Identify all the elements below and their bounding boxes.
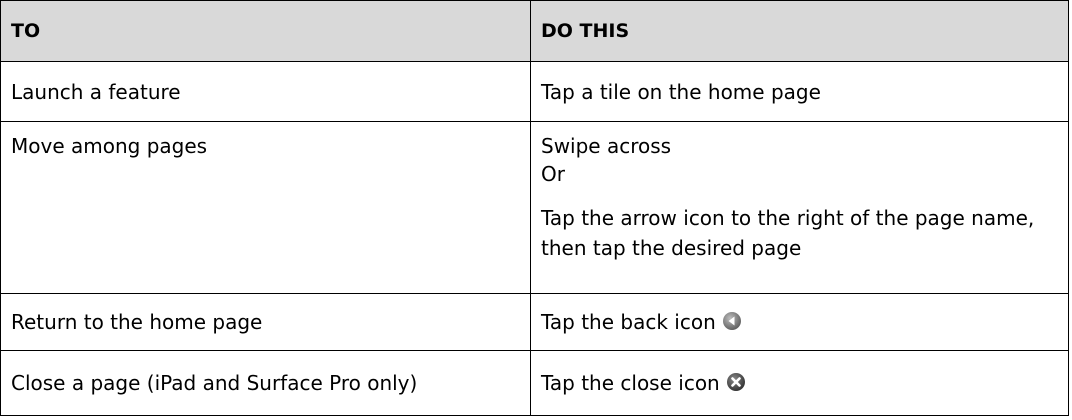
header-to: TO: [0, 0, 531, 62]
cell-do-this-text: Tap the back icon: [541, 308, 1058, 336]
cell-to-text: Close a page (iPad and Surface Pro only): [11, 371, 418, 395]
back-arrow-circle-icon: [722, 312, 741, 330]
cell-do-this: Swipe across Or Tap the arrow icon to th…: [530, 121, 1069, 294]
table-row: Launch a feature Tap a tile on the home …: [0, 61, 1069, 122]
cell-to: Launch a feature: [0, 61, 531, 122]
cell-do-this-line: Or: [541, 162, 565, 186]
cell-to-text: Return to the home page: [11, 310, 263, 334]
cell-do-this-text: Tap the close icon: [541, 369, 1058, 397]
cell-to-text: Move among pages: [11, 134, 208, 158]
instructions-table: TO DO THIS Launch a feature Tap a tile o…: [0, 0, 1069, 416]
table-header-row: TO DO THIS: [0, 0, 1069, 62]
cell-do-this-text: Tap a tile on the home page: [541, 79, 821, 104]
cell-to: Close a page (iPad and Surface Pro only): [0, 350, 531, 416]
cell-do-this: Tap the close icon: [530, 350, 1069, 416]
cell-to-text: Launch a feature: [11, 79, 181, 104]
table-row: Return to the home page Tap the back ico…: [0, 293, 1069, 351]
header-do-this: DO THIS: [530, 0, 1069, 62]
cell-do-this-label: Tap the back icon: [541, 310, 716, 334]
cell-to: Move among pages: [0, 121, 531, 294]
cell-do-this: Tap the back icon: [530, 293, 1069, 351]
table-row: Move among pages Swipe across Or Tap the…: [0, 121, 1069, 294]
cell-do-this: Tap a tile on the home page: [530, 61, 1069, 122]
cell-do-this-label: Tap the close icon: [541, 371, 720, 395]
cell-do-this-line: Swipe across: [541, 134, 672, 158]
cell-to: Return to the home page: [0, 293, 531, 351]
cell-do-this-line: Tap the arrow icon to the right of the p…: [541, 206, 1035, 260]
close-x-circle-icon: [726, 373, 745, 391]
table-row: Close a page (iPad and Surface Pro only)…: [0, 350, 1069, 416]
